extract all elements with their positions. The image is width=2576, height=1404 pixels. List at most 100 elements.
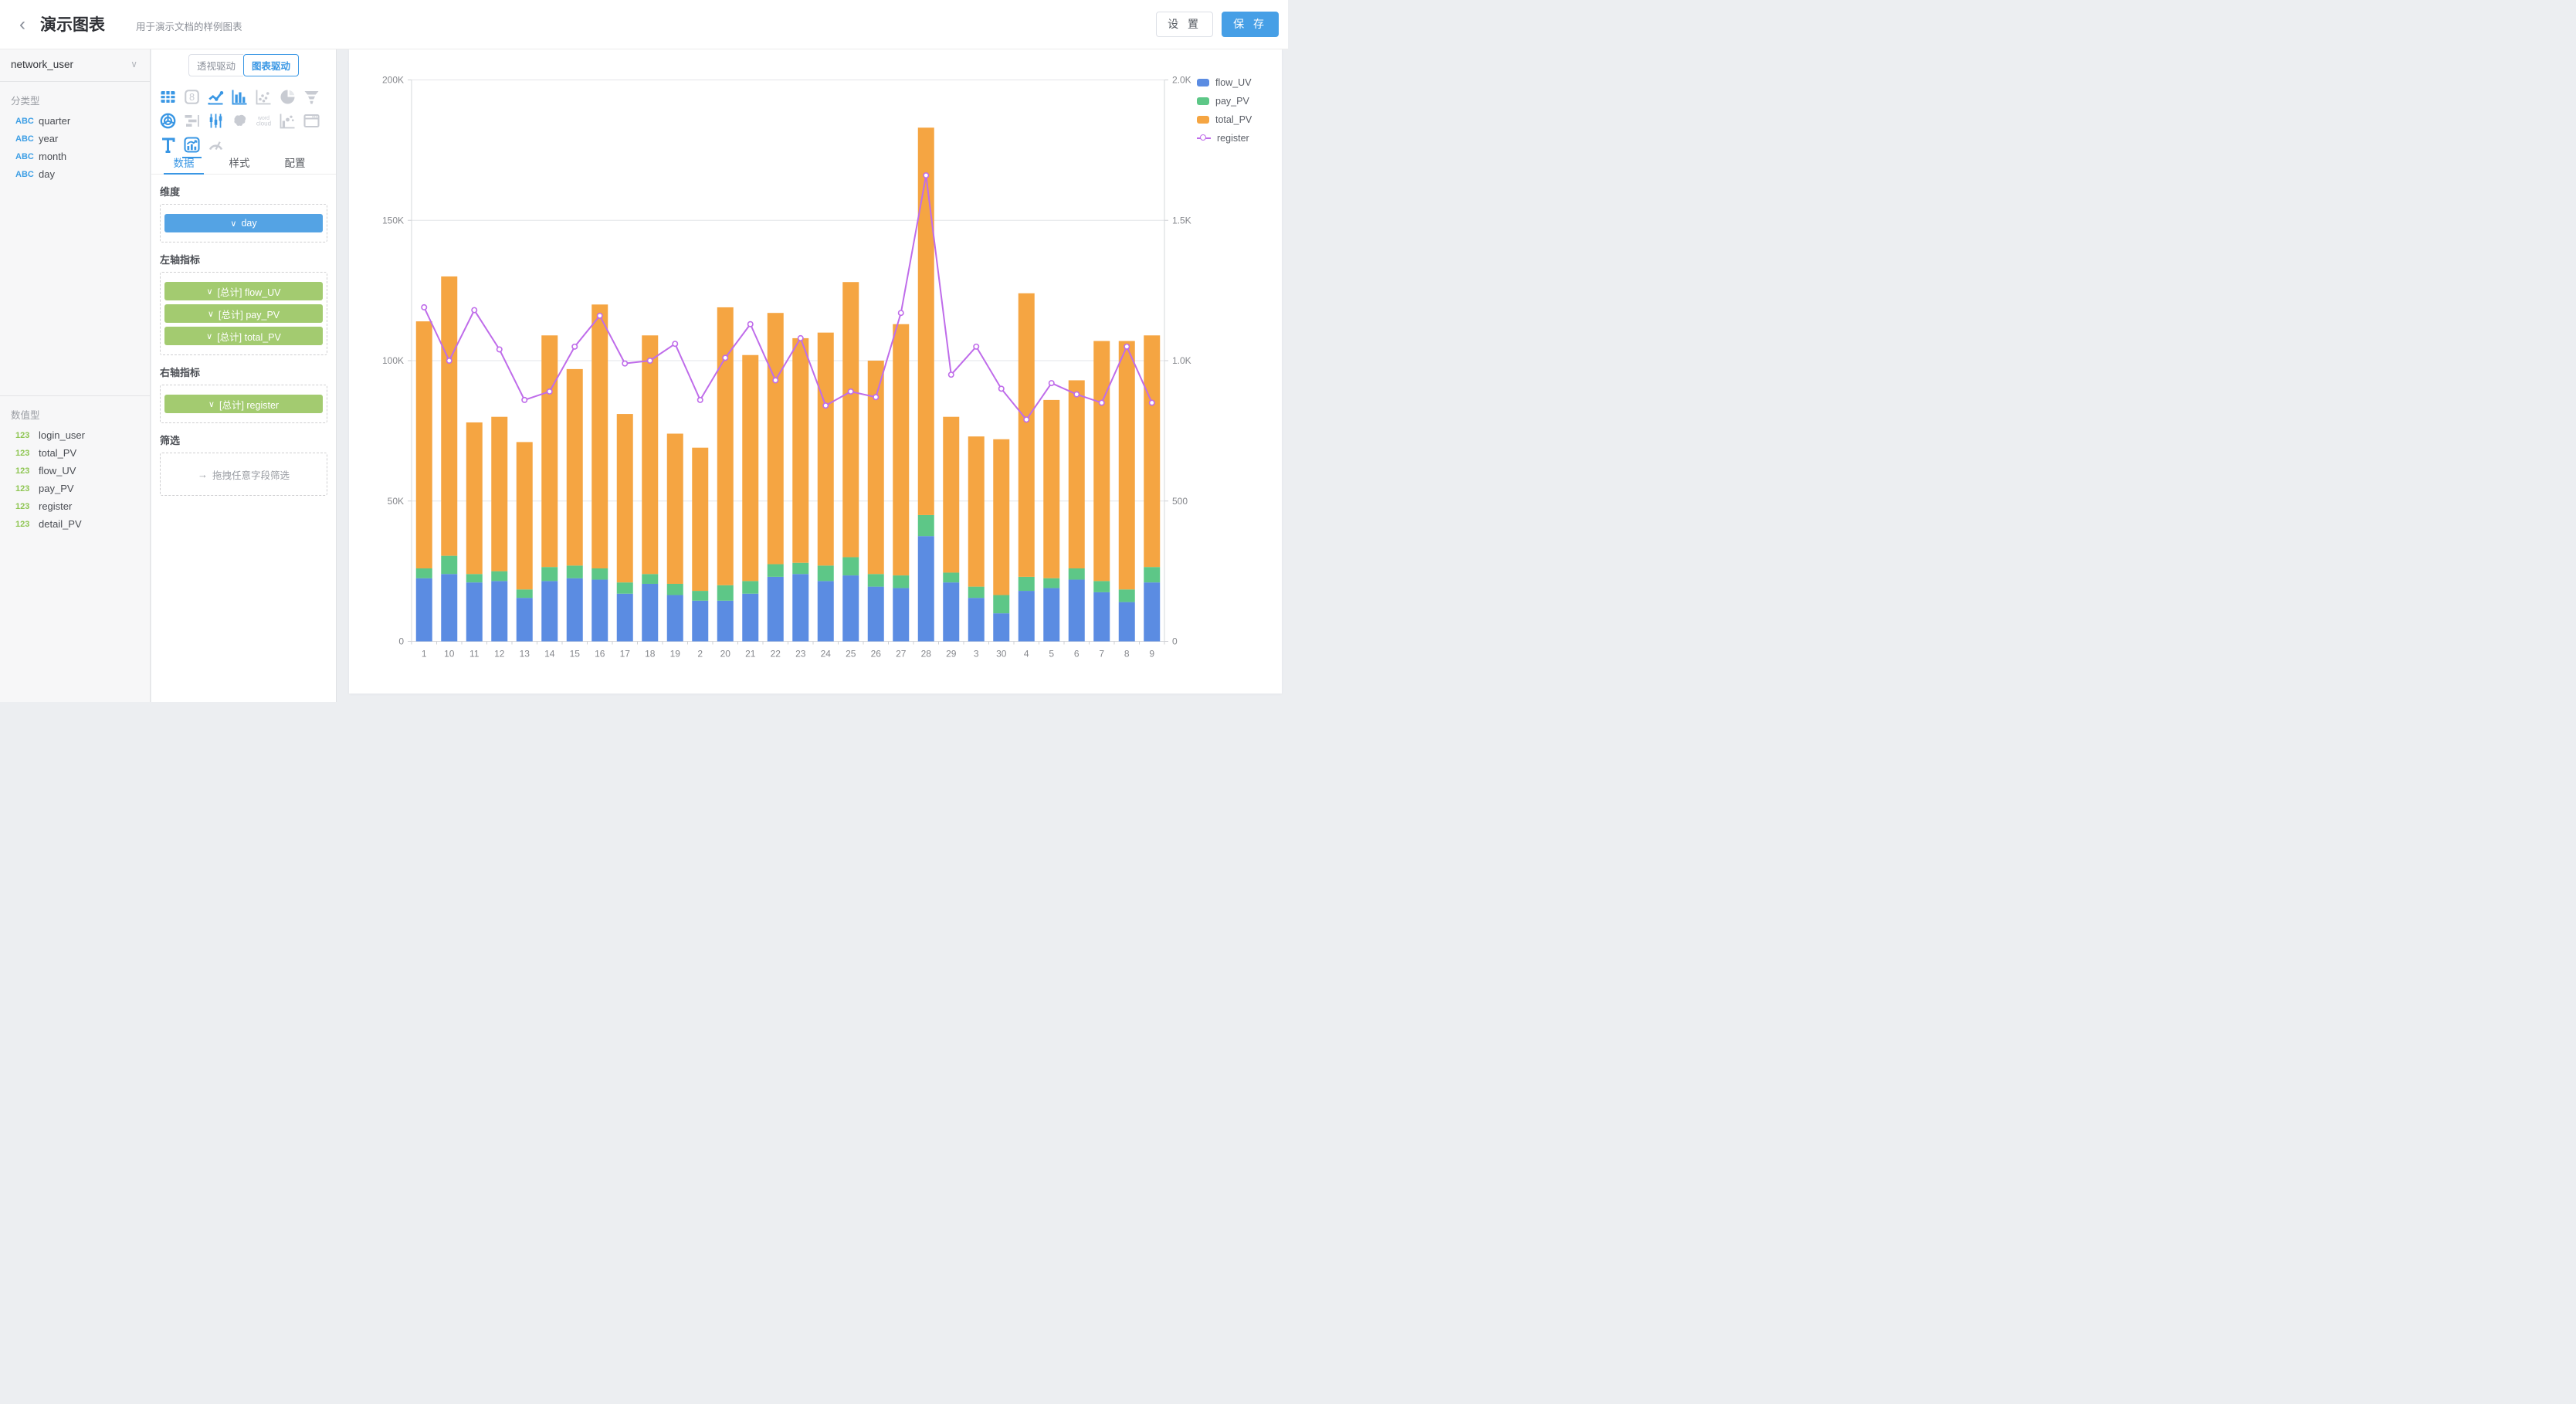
field-chip-总计register[interactable]: ∨[总计] register — [164, 395, 323, 413]
tab-数据[interactable]: 数据 — [161, 148, 207, 174]
tab-配置[interactable]: 配置 — [272, 148, 318, 174]
svg-text:13: 13 — [520, 649, 530, 660]
field-chip-总计total_PV[interactable]: ∨[总计] total_PV — [164, 327, 323, 345]
kpi-number-icon[interactable]: 8 — [180, 85, 204, 109]
filter-section-label: 筛选 — [160, 432, 327, 447]
legend-swatch — [1197, 97, 1209, 105]
svg-text:29: 29 — [946, 649, 957, 660]
svg-text:19: 19 — [670, 649, 681, 660]
field-item-day[interactable]: ABC day — [0, 165, 150, 183]
svg-text:5: 5 — [1049, 649, 1054, 660]
gantt-chart-icon[interactable] — [180, 109, 204, 133]
field-type-icon: 123 — [15, 484, 39, 493]
chevron-down-icon: ∨ — [230, 219, 236, 229]
left-axis-dropzone[interactable]: ∨[总计] flow_UV ∨[总计] pay_PV ∨[总计] total_PV — [160, 272, 327, 355]
dimension-section-label: 维度 — [160, 184, 327, 198]
field-chip-总计pay_PV[interactable]: ∨[总计] pay_PV — [164, 304, 323, 323]
chart-canvas: 050K100K150K200K05001.0K1.5K2.0K11011121… — [337, 49, 1288, 702]
svg-text:16: 16 — [595, 649, 605, 660]
line-chart-icon[interactable] — [204, 85, 228, 109]
svg-text:200K: 200K — [382, 75, 404, 86]
svg-text:18: 18 — [645, 649, 656, 660]
pie-chart-icon[interactable] — [276, 85, 300, 109]
legend-item-total_PV[interactable]: total_PV — [1197, 110, 1252, 129]
legend-label: register — [1217, 133, 1249, 144]
table-chart-icon[interactable] — [156, 85, 180, 109]
radar-chart-icon[interactable] — [156, 109, 180, 133]
legend-item-pay_PV[interactable]: pay_PV — [1197, 92, 1252, 110]
svg-text:0: 0 — [1172, 636, 1178, 647]
dataset-selector[interactable]: network_user ∨ — [0, 49, 150, 82]
field-item-login_user[interactable]: 123 login_user — [0, 426, 150, 444]
combo-chart-plot[interactable]: 050K100K150K200K05001.0K1.5K2.0K11011121… — [349, 48, 1282, 694]
scatter-chart-icon[interactable] — [252, 85, 276, 109]
svg-text:1: 1 — [422, 649, 427, 660]
field-chip-day[interactable]: ∨day — [164, 214, 323, 232]
field-type-icon: 123 — [15, 431, 39, 440]
svg-text:150K: 150K — [382, 215, 404, 226]
svg-text:50K: 50K — [388, 496, 404, 507]
tab-样式[interactable]: 样式 — [216, 148, 263, 174]
dimension-dropzone[interactable]: ∨day — [160, 204, 327, 242]
legend-label: flow_UV — [1215, 77, 1252, 88]
drive-mode-toggle: 透视驱动图表驱动 — [151, 54, 336, 76]
field-item-detail_PV[interactable]: 123 detail_PV — [0, 515, 150, 533]
candlestick-chart-icon[interactable] — [204, 109, 228, 133]
svg-text:3: 3 — [974, 649, 979, 660]
field-item-month[interactable]: ABC month — [0, 148, 150, 165]
save-button[interactable]: 保 存 — [1222, 12, 1279, 37]
svg-text:6: 6 — [1074, 649, 1080, 660]
field-chip-总计flow_UV[interactable]: ∨[总计] flow_UV — [164, 282, 323, 300]
settings-button[interactable]: 设 置 — [1156, 12, 1213, 37]
field-type-icon: 123 — [15, 502, 39, 511]
field-type-icon: ABC — [15, 152, 39, 161]
svg-text:11: 11 — [469, 649, 480, 660]
svg-text:15: 15 — [570, 649, 581, 660]
map-chart-icon[interactable] — [228, 109, 252, 133]
panel-tabs: 数据样式配置 — [151, 148, 336, 175]
field-type-icon: 123 — [15, 449, 39, 458]
drive-mode-0[interactable]: 透视驱动 — [188, 54, 243, 76]
svg-text:27: 27 — [896, 649, 907, 660]
right-axis-section-label: 右轴指标 — [160, 365, 327, 379]
field-name: register — [39, 500, 72, 512]
field-item-pay_PV[interactable]: 123 pay_PV — [0, 480, 150, 497]
svg-text:10: 10 — [444, 649, 455, 660]
svg-text:8: 8 — [189, 91, 195, 103]
word-cloud-icon[interactable]: wordcloud — [252, 109, 276, 133]
field-type-icon: 123 — [15, 520, 39, 529]
field-item-register[interactable]: 123 register — [0, 497, 150, 515]
field-item-total_PV[interactable]: 123 total_PV — [0, 444, 150, 462]
svg-text:17: 17 — [620, 649, 631, 660]
bar-chart-icon[interactable] — [228, 85, 252, 109]
svg-text:28: 28 — [921, 649, 932, 660]
legend-item-register[interactable]: register — [1197, 129, 1252, 148]
field-name: quarter — [39, 115, 70, 127]
field-item-quarter[interactable]: ABC quarter — [0, 112, 150, 130]
legend-item-flow_UV[interactable]: flow_UV — [1197, 73, 1252, 92]
chevron-down-icon: ∨ — [208, 399, 215, 409]
chevron-down-icon: ∨ — [208, 309, 214, 319]
svg-text:14: 14 — [544, 649, 555, 660]
svg-text:22: 22 — [771, 649, 781, 660]
field-item-flow_UV[interactable]: 123 flow_UV — [0, 462, 150, 480]
svg-text:7: 7 — [1099, 649, 1104, 660]
funnel-chart-icon[interactable] — [300, 85, 324, 109]
svg-text:1.0K: 1.0K — [1172, 355, 1191, 366]
field-item-year[interactable]: ABC year — [0, 130, 150, 148]
drive-mode-1[interactable]: 图表驱动 — [243, 54, 299, 76]
field-name: year — [39, 133, 58, 144]
svg-text:26: 26 — [871, 649, 882, 660]
field-type-icon: ABC — [15, 134, 39, 144]
legend-line-swatch — [1197, 134, 1211, 142]
iframe-widget-icon[interactable] — [300, 109, 324, 133]
svg-text:cloud: cloud — [256, 120, 271, 127]
chart-legend: flow_UV pay_PVtotal_PV register — [1197, 73, 1252, 148]
filter-dropzone[interactable]: → 拖拽任意字段筛选 — [160, 453, 327, 496]
bubble-chart-icon[interactable] — [276, 109, 300, 133]
field-type-icon: ABC — [15, 117, 39, 126]
page-title: 演示图表 — [40, 12, 105, 36]
back-icon[interactable]: ‹ — [11, 13, 34, 36]
right-axis-dropzone[interactable]: ∨[总计] register — [160, 385, 327, 423]
legend-swatch — [1197, 116, 1209, 124]
